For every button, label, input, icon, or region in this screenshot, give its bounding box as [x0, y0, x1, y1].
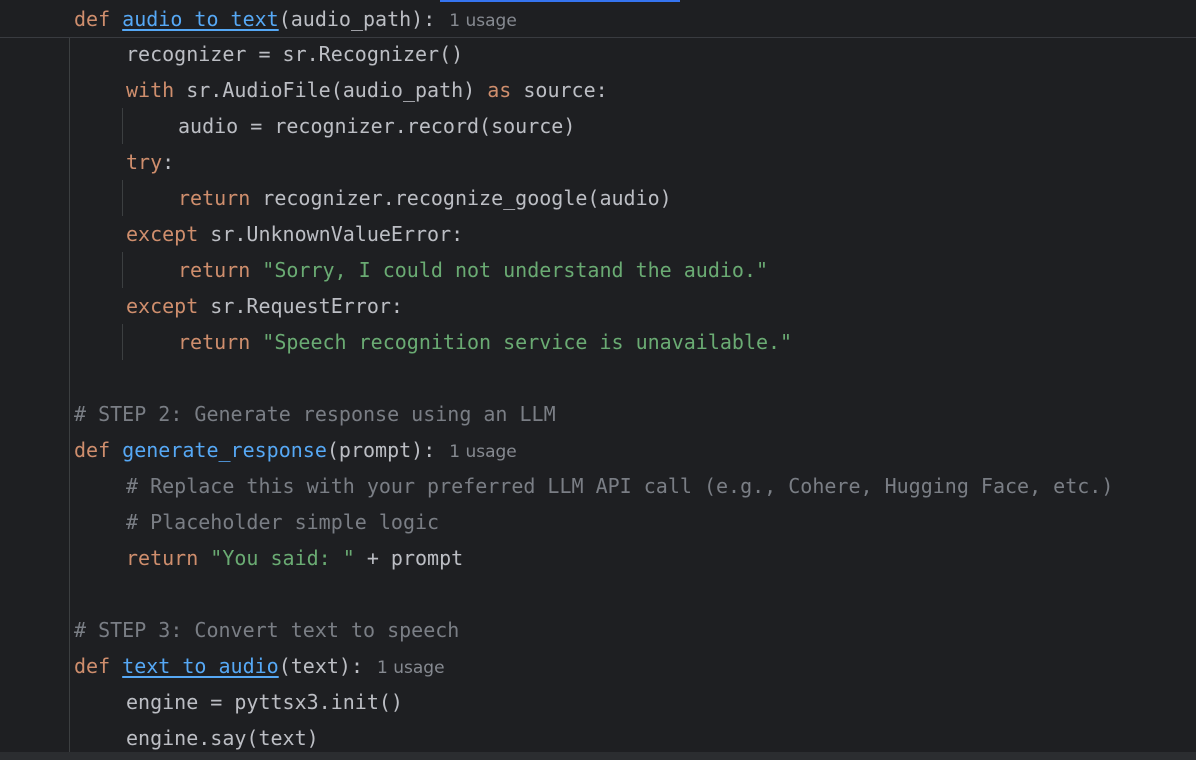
function-name[interactable]: audio_to_text	[122, 7, 279, 31]
keyword: def	[74, 438, 123, 462]
keyword: except	[126, 294, 199, 318]
code-text: sr.RequestError:	[198, 294, 403, 318]
code-text: sr.UnknownValueError:	[198, 222, 464, 246]
keyword: return	[178, 258, 251, 282]
code-line[interactable]: return recognizer.recognize_google(audio…	[178, 180, 672, 216]
code-line[interactable]: def audio_to_text(audio_path): 1 usage	[74, 1, 517, 37]
indent-guide	[122, 180, 123, 216]
keyword: def	[74, 654, 123, 678]
code-line[interactable]: def generate_response(prompt): 1 usage	[74, 432, 517, 468]
code-line[interactable]: try:	[126, 144, 174, 180]
code-line[interactable]: except sr.RequestError:	[126, 288, 403, 324]
keyword: try	[126, 150, 163, 174]
code-editor[interactable]: def audio_to_text(audio_path): 1 usage re…	[0, 0, 1196, 752]
keyword: return	[178, 330, 251, 354]
code-text: source:	[511, 78, 608, 102]
usage-hint[interactable]: 1 usage	[377, 658, 445, 678]
code-line[interactable]: # STEP 2: Generate response using an LLM	[74, 396, 556, 432]
code-line[interactable]: def text_to_audio(text): 1 usage	[74, 648, 445, 684]
code-comment: # Placeholder simple logic	[126, 510, 440, 534]
code-text: engine = pyttsx3.init()	[126, 690, 403, 714]
indent-guide	[122, 108, 123, 144]
code-line[interactable]: # STEP 3: Convert text to speech	[74, 612, 459, 648]
code-line[interactable]: except sr.UnknownValueError:	[126, 216, 463, 252]
code-comment: # Replace this with your preferred LLM A…	[126, 474, 1114, 498]
code-line[interactable]: audio = recognizer.record(source)	[178, 108, 575, 144]
keyword: as	[487, 78, 512, 102]
usage-hint[interactable]: 1 usage	[449, 442, 517, 462]
code-line[interactable]: recognizer = sr.Recognizer()	[126, 36, 463, 72]
horizontal-scrollbar[interactable]	[0, 752, 1196, 760]
code-comment: # STEP 3: Convert text to speech	[74, 618, 460, 642]
string-literal: "You said: "	[210, 546, 355, 570]
code-line[interactable]: return "Speech recognition service is un…	[178, 324, 792, 360]
code-comment: # STEP 2: Generate response using an LLM	[74, 402, 556, 426]
indent-guide	[69, 38, 70, 752]
code-text: + prompt	[354, 546, 464, 570]
usage-hint[interactable]: 1 usage	[449, 11, 517, 31]
code-text: sr.AudioFile(audio_path)	[174, 78, 488, 102]
code-line[interactable]: with sr.AudioFile(audio_path) as source:	[126, 72, 608, 108]
code-text: :	[162, 150, 175, 174]
code-line[interactable]: return "Sorry, I could not understand th…	[178, 252, 768, 288]
keyword: return	[126, 546, 199, 570]
indent-guide	[122, 252, 123, 288]
code-text: recognizer.recognize_google(audio)	[250, 186, 672, 210]
code-text: audio = recognizer.record(source)	[178, 114, 576, 138]
function-name[interactable]: generate_response	[122, 438, 327, 462]
code-text: (text):	[278, 654, 364, 678]
function-name[interactable]: text_to_audio	[122, 654, 279, 678]
code-line[interactable]: engine.say(text)	[126, 720, 319, 752]
code-text: recognizer = sr.Recognizer()	[126, 42, 464, 66]
code-text: (audio_path):	[278, 7, 436, 31]
code-line[interactable]: # Replace this with your preferred LLM A…	[126, 468, 1113, 504]
code-text: (prompt):	[326, 438, 436, 462]
string-literal: "Sorry, I could not understand the audio…	[262, 258, 769, 282]
keyword: with	[126, 78, 175, 102]
code-text: engine.say(text)	[126, 726, 319, 750]
indent-guide	[122, 324, 123, 360]
string-literal: "Speech recognition service is unavailab…	[262, 330, 793, 354]
keyword: except	[126, 222, 199, 246]
code-line[interactable]: return "You said: " + prompt	[126, 540, 463, 576]
code-line[interactable]: engine = pyttsx3.init()	[126, 684, 403, 720]
code-line[interactable]: # Placeholder simple logic	[126, 504, 439, 540]
keyword: def	[74, 7, 123, 31]
keyword: return	[178, 186, 251, 210]
